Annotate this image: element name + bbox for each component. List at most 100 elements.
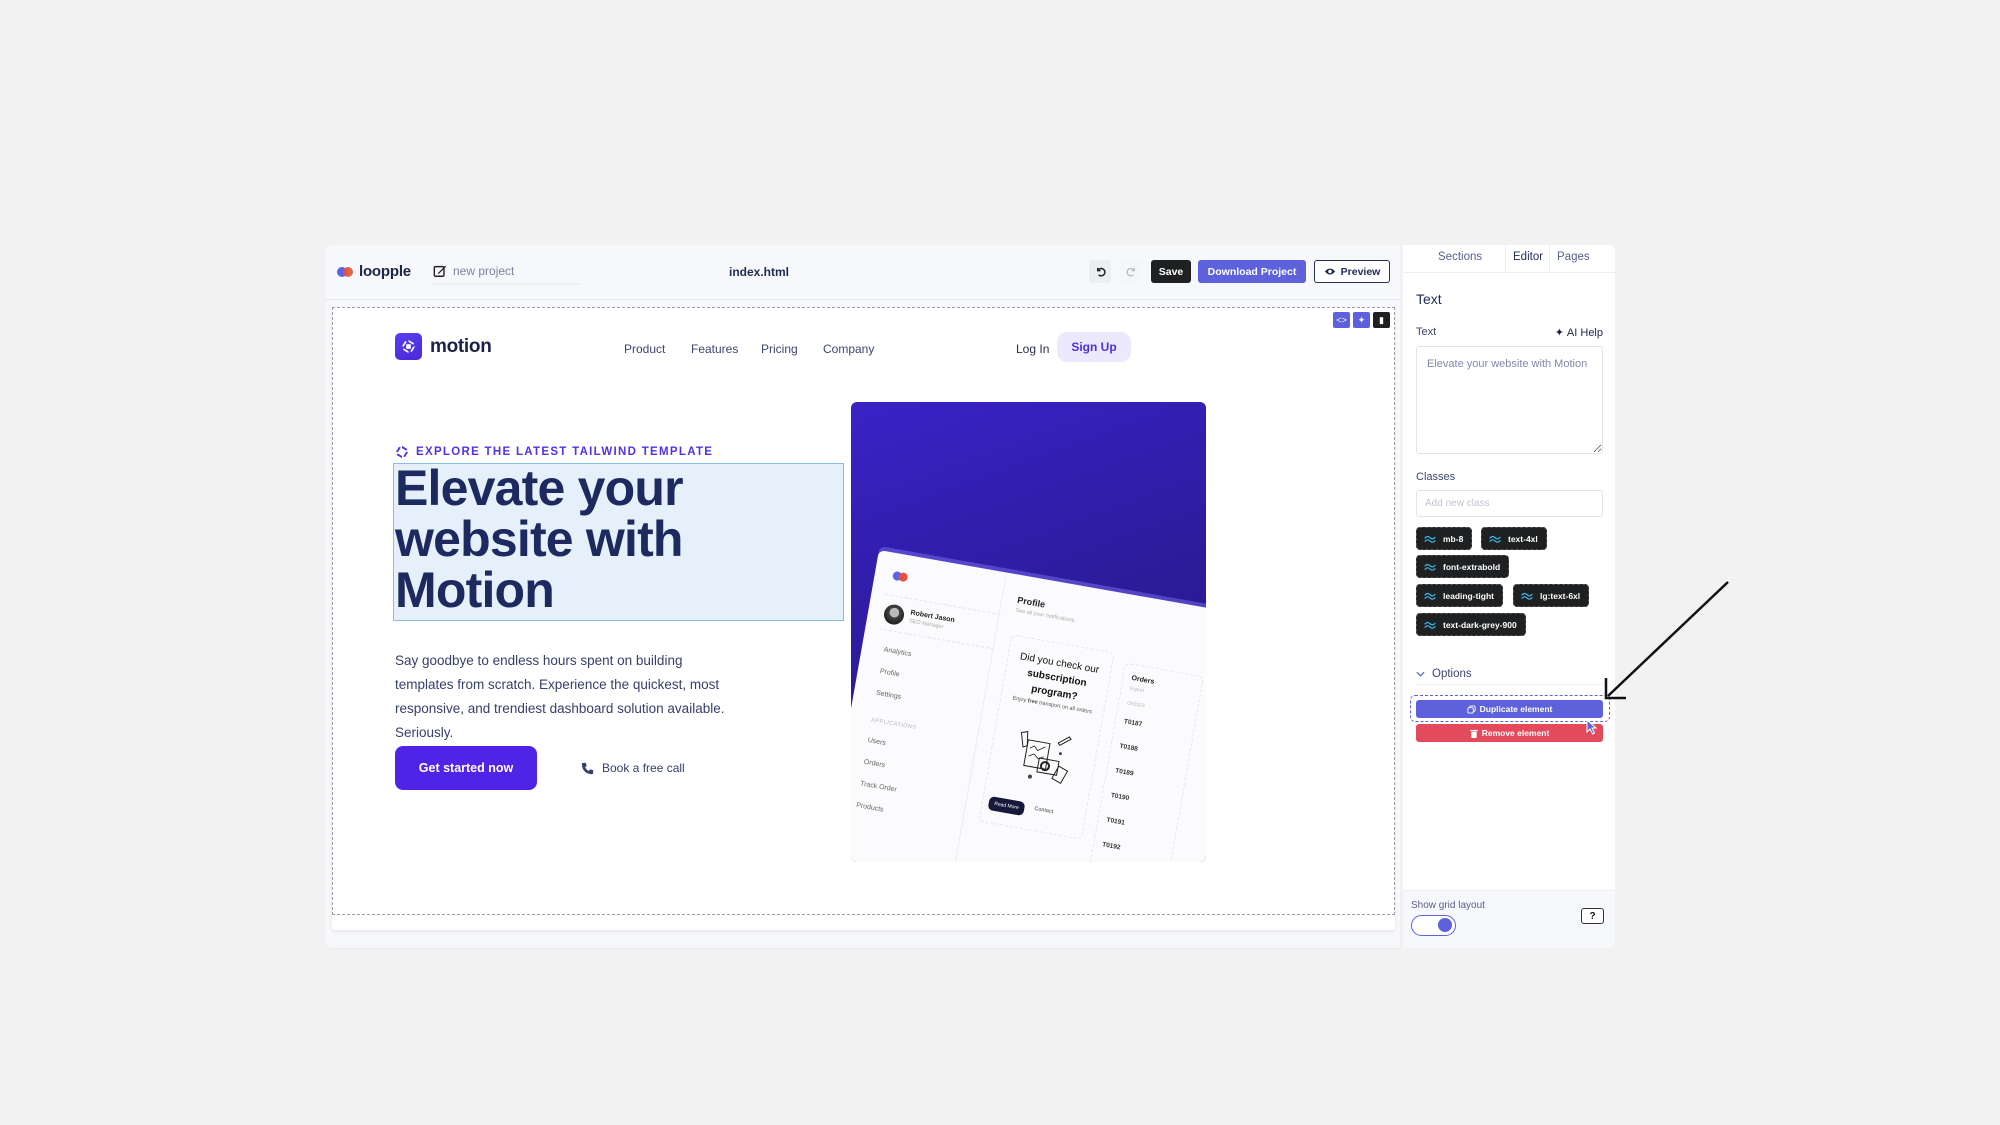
ai-help-button[interactable]: ✦ AI Help [1555,326,1603,340]
motion-mark-icon [395,445,409,459]
copy-icon [1467,704,1476,714]
editor-area: loopple new project index.html Save Down… [325,245,1400,948]
mockup-window: Robert Jason SEO Manager Analytics Profi… [851,550,1206,862]
site-nav-features[interactable]: Features [691,342,738,356]
mockup-contact-button: Contact [1033,805,1054,816]
options-label: Options [1432,667,1472,680]
tab-sections[interactable]: Sections [1438,251,1482,263]
tab-divider [1505,245,1506,273]
mockup-card-sub-text: Enjoy [1012,695,1029,705]
delete-section-button[interactable]: ▮ [1373,312,1390,328]
get-started-button[interactable]: Get started now [395,746,537,790]
brand-name: loopple [359,263,411,280]
site-nav-company[interactable]: Company [823,342,874,356]
mockup-read-more-button: Read More [987,796,1026,817]
chevron-down-icon [1416,671,1425,677]
remove-label: Remove element [1481,728,1550,738]
mockup-menu-item: Settings [875,689,902,702]
loopple-logo-icon [337,266,355,278]
classes-label: Classes [1416,471,1456,483]
mockup-user: Robert Jason SEO Manager [879,593,1000,650]
project-name-field[interactable]: new project [433,259,579,285]
hero-image: Robert Jason SEO Manager Analytics Profi… [851,402,1206,862]
panel-footer: Show grid layout ? [1403,890,1615,948]
panel-heading: Text [1416,291,1442,307]
redo-button[interactable] [1120,260,1142,283]
tab-editor[interactable]: Editor [1513,251,1543,263]
brand-logo[interactable]: loopple [337,263,411,280]
mockup-menu-item: Products [855,801,885,814]
undo-button[interactable] [1089,260,1111,283]
add-class-input[interactable] [1416,490,1603,517]
mockup-orders-title: Orders [1130,674,1155,686]
panel-tabs: Sections Editor Pages [1403,245,1615,273]
mouse-cursor-icon [1586,719,1598,735]
add-layer-icon: ✦ [1357,314,1366,325]
mockup-order-row: T0192 [1101,841,1121,852]
class-chip[interactable]: leading-tight [1416,584,1503,607]
redo-icon [1126,267,1135,277]
mockup-logo-icon [892,570,909,584]
hero-lead: Say goodbye to endless hours spent on bu… [395,653,725,740]
tailwind-icon [1489,535,1501,543]
phone-icon [581,762,594,774]
file-name: index.html [729,265,790,279]
properties-panel: Sections Editor Pages Text Text ✦ AI Hel… [1403,245,1615,948]
class-chip[interactable]: font-extrabold [1416,555,1510,578]
text-label: Text [1416,326,1437,338]
class-chip-label: text-4xl [1508,533,1538,544]
text-content-input[interactable]: Elevate your website with Motion [1416,346,1603,454]
annotation-arrow-icon [1604,581,1729,700]
hero-headline[interactable]: Elevate your website with Motion [395,463,835,616]
class-chip[interactable]: text-dark-grey-900 [1416,613,1526,636]
tailwind-icon [1521,592,1533,600]
view-code-button[interactable]: <> [1333,312,1350,328]
book-call-link[interactable]: Book a free call [581,761,685,775]
mockup-order-row: T0189 [1114,767,1134,778]
mockup-order-row: T0191 [1105,816,1126,827]
mockup-category: APPLICATIONS [870,717,917,732]
site-login-link[interactable]: Log In [1016,342,1049,356]
mockup-menu-item: Track Order [859,780,898,794]
toggle-knob [1438,918,1452,932]
mockup-menu-item: Analytics [883,646,912,659]
preview-button[interactable]: Preview [1314,260,1390,283]
selected-section[interactable]: <> ✦ ▮ motion Product Features Pricing C… [332,307,1395,915]
duplicate-label: Duplicate element [1479,704,1553,714]
class-chip-label: leading-tight [1443,590,1494,601]
duplicate-element-button[interactable]: Duplicate element [1416,700,1603,718]
mockup-orders-export: Export [1129,685,1145,695]
mockup-order-row: T0187 [1123,718,1143,729]
save-button[interactable]: Save [1151,260,1191,283]
preview-label: Preview [1340,265,1381,278]
mockup-menu-item: Users [867,736,887,748]
class-chip-label: font-extrabold [1443,561,1501,572]
grid-layout-toggle[interactable] [1411,915,1456,936]
hero-eyebrow: EXPLORE THE LATEST TAILWIND TEMPLATE [395,445,713,459]
remove-element-button[interactable]: Remove element [1416,724,1603,742]
page-canvas: <> ✦ ▮ motion Product Features Pricing C… [332,307,1395,930]
options-toggle[interactable]: Options [1416,663,1603,685]
grid-layout-label: Show grid layout [1411,900,1485,911]
top-toolbar: loopple new project index.html Save Down… [325,245,1400,300]
eyebrow-text: EXPLORE THE LATEST TAILWIND TEMPLATE [416,446,714,458]
class-chip[interactable]: text-4xl [1481,527,1547,550]
tailwind-icon [1424,592,1436,600]
tab-pages[interactable]: Pages [1557,251,1590,263]
class-chip[interactable]: mb-8 [1416,527,1473,550]
site-logo[interactable]: motion [395,333,492,360]
class-chip[interactable]: lg:text-6xl [1513,584,1590,607]
mockup-menu-item: Profile [879,668,901,679]
avatar [882,603,906,627]
ai-help-label: AI Help [1566,326,1603,339]
site-nav-product[interactable]: Product [624,342,665,356]
builder-app: loopple new project index.html Save Down… [325,245,1615,948]
site-nav-pricing[interactable]: Pricing [761,342,798,356]
add-section-button[interactable]: ✦ [1353,312,1370,328]
mockup-menu-item: Orders [863,758,886,770]
help-button[interactable]: ? [1581,908,1604,924]
download-project-button[interactable]: Download Project [1198,260,1306,283]
site-signup-button[interactable]: Sign Up [1057,332,1131,362]
book-call-label: Book a free call [602,761,685,775]
tailwind-icon [1424,563,1436,571]
